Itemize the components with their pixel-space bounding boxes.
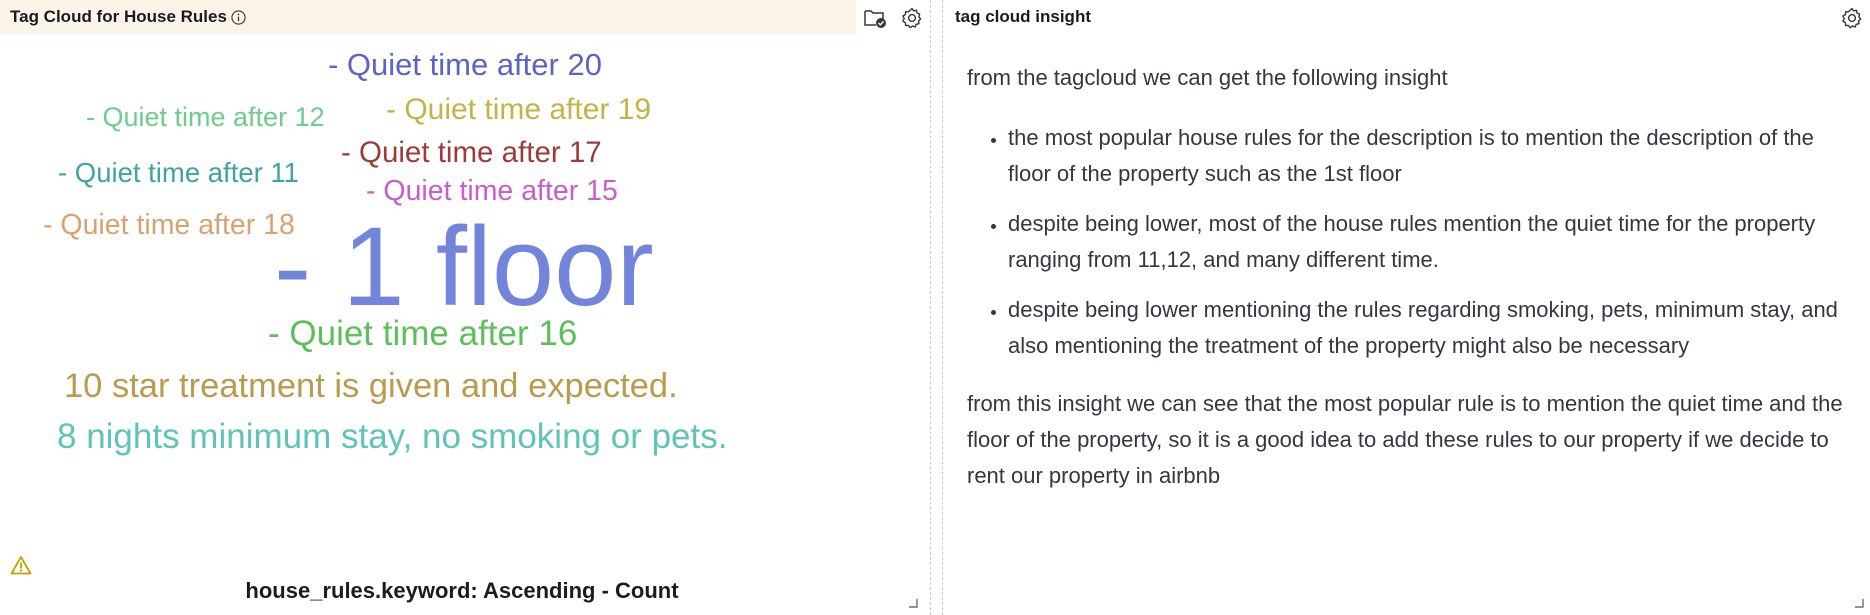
tag-quiet-time-12[interactable]: - Quiet time after 12 <box>86 104 325 131</box>
list-item: the most popular house rules for the des… <box>1008 120 1847 192</box>
panel-divider[interactable] <box>930 0 944 615</box>
insight-conclusion: from this insight we can see that the mo… <box>967 391 1843 488</box>
panel-header: Tag Cloud for House Rules <box>0 0 930 34</box>
list-item: despite being lower mentioning the rules… <box>1008 292 1847 364</box>
resize-handle-icon[interactable] <box>908 595 918 608</box>
folder-check-icon[interactable] <box>862 5 888 31</box>
tag-quiet-time-16[interactable]: - Quiet time after 16 <box>268 316 577 351</box>
panel-title: tag cloud insight <box>955 7 1091 27</box>
gear-icon[interactable] <box>899 5 925 31</box>
insight-list: the most popular house rules for the des… <box>967 120 1847 364</box>
tag-cloud-caption: house_rules.keyword: Ascending - Count <box>245 578 679 603</box>
tag-star-treatment[interactable]: 10 star treatment is given and expected. <box>64 369 678 404</box>
panel-title-text: Tag Cloud for House Rules <box>10 7 227 26</box>
tag-quiet-time-17[interactable]: - Quiet time after 17 <box>341 138 602 168</box>
tag-cloud-panel: Tag Cloud for House Rules - Quiet time a… <box>0 0 930 615</box>
panel-header: tag cloud insight <box>944 0 1870 34</box>
tag-quiet-time-20[interactable]: - Quiet time after 20 <box>328 49 602 80</box>
tag-quiet-time-19[interactable]: - Quiet time after 19 <box>386 95 651 125</box>
insight-intro: from the tagcloud we can get the followi… <box>967 65 1448 90</box>
insight-panel: tag cloud insight from the tagcloud we c… <box>944 0 1870 615</box>
tag-quiet-time-18[interactable]: - Quiet time after 18 <box>43 211 295 240</box>
resize-handle-icon[interactable] <box>1854 595 1864 608</box>
tag-quiet-time-11[interactable]: - Quiet time after 11 <box>58 159 299 187</box>
panel-title-text: tag cloud insight <box>955 7 1091 26</box>
list-item: despite being lower, most of the house r… <box>1008 206 1847 278</box>
warning-icon[interactable] <box>10 555 32 575</box>
info-icon[interactable] <box>231 9 246 25</box>
tag-minimum-stay[interactable]: 8 nights minimum stay, no smoking or pet… <box>57 419 727 454</box>
markdown-body: from the tagcloud we can get the followi… <box>967 60 1847 494</box>
panel-title: Tag Cloud for House Rules <box>10 7 246 27</box>
tag-quiet-time-15[interactable]: - Quiet time after 15 <box>366 177 618 206</box>
gear-icon[interactable] <box>1839 5 1865 31</box>
tag-cloud: - Quiet time after 20 - Quiet time after… <box>0 34 930 574</box>
tag-1-floor[interactable]: - 1 floor <box>274 211 654 323</box>
